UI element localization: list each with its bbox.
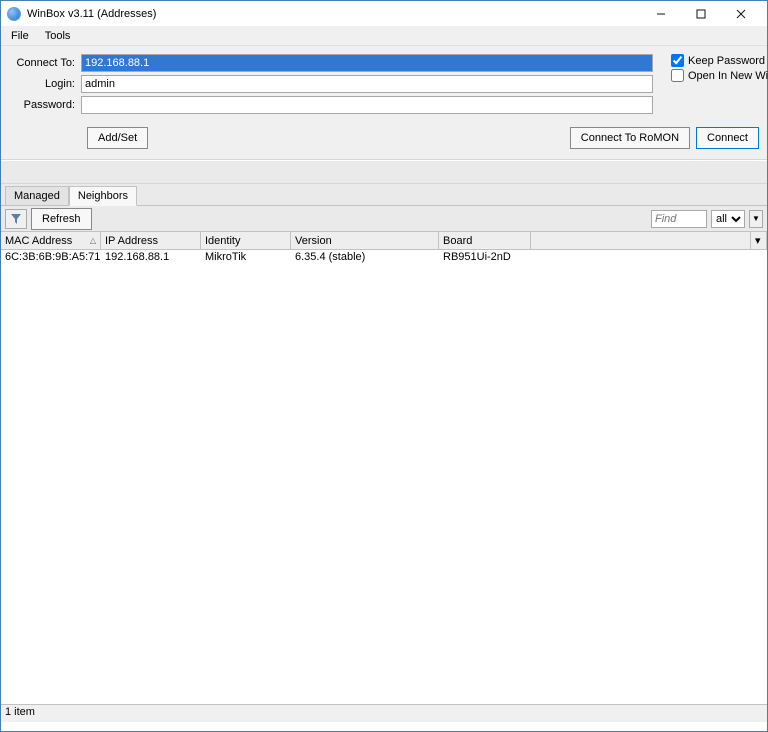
separator <box>1 160 767 184</box>
connect-button[interactable]: Connect <box>696 127 759 149</box>
sort-asc-icon: △ <box>90 236 96 245</box>
menubar: File Tools <box>1 26 767 46</box>
scope-combo[interactable]: all <box>711 210 745 228</box>
window-title: WinBox v3.11 (Addresses) <box>27 8 641 20</box>
connect-to-label: Connect To: <box>9 57 81 69</box>
refresh-button[interactable]: Refresh <box>31 208 92 230</box>
cell-ip: 192.168.88.1 <box>101 250 201 266</box>
password-label: Password: <box>9 99 81 111</box>
tab-neighbors[interactable]: Neighbors <box>69 186 137 206</box>
login-label: Login: <box>9 78 81 90</box>
keep-password-checkbox[interactable]: Keep Password <box>671 54 768 67</box>
menu-tools[interactable]: Tools <box>39 28 77 44</box>
password-input[interactable] <box>81 96 653 114</box>
table-toolbar: Refresh all ▼ <box>1 206 767 232</box>
connect-romon-button[interactable]: Connect To RoMON <box>570 127 690 149</box>
find-input[interactable] <box>651 210 707 228</box>
minimize-button[interactable] <box>641 1 681 26</box>
col-menu-icon[interactable]: ▾ <box>751 232 767 249</box>
connect-to-input[interactable] <box>81 54 653 72</box>
close-button[interactable] <box>721 1 761 26</box>
cell-board: RB951Ui-2nD <box>439 250 531 266</box>
connect-form: Connect To: Login: Password: Keep Passwo… <box>1 46 767 160</box>
tabs: Managed Neighbors <box>1 184 767 206</box>
add-set-button[interactable]: Add/Set <box>87 127 148 149</box>
table-body: 6C:3B:6B:9B:A5:71 192.168.88.1 MikroTik … <box>1 250 767 704</box>
col-identity[interactable]: Identity <box>201 232 291 249</box>
menu-file[interactable]: File <box>5 28 35 44</box>
keep-password-check[interactable] <box>671 54 684 67</box>
login-input[interactable] <box>81 75 653 93</box>
col-version[interactable]: Version <box>291 232 439 249</box>
status-count: 1 item <box>5 706 35 718</box>
col-ip[interactable]: IP Address <box>101 232 201 249</box>
cell-mac: 6C:3B:6B:9B:A5:71 <box>1 250 101 266</box>
open-new-window-check[interactable] <box>671 69 684 82</box>
filter-icon[interactable] <box>5 209 27 229</box>
col-mac[interactable]: MAC Address△ <box>1 232 101 249</box>
cell-identity: MikroTik <box>201 250 291 266</box>
col-spacer <box>531 232 751 249</box>
maximize-button[interactable] <box>681 1 721 26</box>
table-header: MAC Address△ IP Address Identity Version… <box>1 232 767 250</box>
titlebar: WinBox v3.11 (Addresses) <box>1 1 767 26</box>
app-icon <box>7 7 21 21</box>
status-bar: 1 item <box>1 704 767 722</box>
filter-dropdown-icon[interactable]: ▼ <box>749 210 763 228</box>
tab-managed[interactable]: Managed <box>5 186 69 206</box>
open-new-window-checkbox[interactable]: Open In New Window <box>671 69 768 82</box>
col-board[interactable]: Board <box>439 232 531 249</box>
table-row[interactable]: 6C:3B:6B:9B:A5:71 192.168.88.1 MikroTik … <box>1 250 767 266</box>
cell-version: 6.35.4 (stable) <box>291 250 439 266</box>
